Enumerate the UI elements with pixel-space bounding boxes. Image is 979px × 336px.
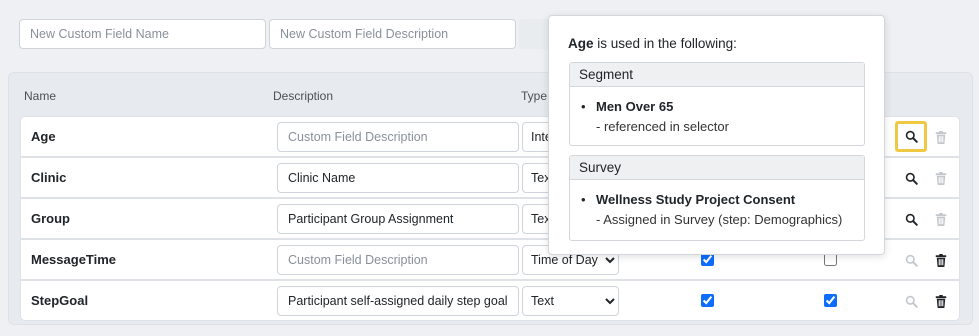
delete-field-button[interactable] — [930, 167, 952, 189]
card-header: Survey — [570, 156, 864, 180]
usage-item-name: Men Over 65 — [596, 99, 674, 114]
usage-list: Wellness Study Project Consent - Assigne… — [570, 180, 864, 230]
search-icon — [905, 213, 918, 226]
field-name: MessageTime — [31, 252, 117, 267]
trash-icon — [935, 171, 947, 185]
card-header: Segment — [570, 63, 864, 87]
search-usage-button[interactable] — [900, 208, 922, 230]
usage-list: Men Over 65 - referenced in selector — [570, 87, 864, 137]
search-usage-button[interactable] — [895, 121, 927, 152]
delete-field-button[interactable] — [930, 126, 952, 148]
field-description-input[interactable] — [277, 204, 519, 234]
field-description-input[interactable] — [277, 245, 519, 275]
list-item: Men Over 65 - referenced in selector — [581, 97, 864, 137]
new-field-name-input[interactable] — [19, 19, 266, 49]
usage-item-detail: - referenced in selector — [596, 119, 729, 134]
field-description-input[interactable] — [277, 286, 519, 316]
header-description: Description — [273, 89, 334, 103]
search-icon — [905, 130, 918, 143]
field-checkbox-2[interactable] — [824, 294, 837, 307]
search-usage-button[interactable] — [900, 290, 922, 312]
trash-icon — [935, 253, 947, 267]
popover-field-name: Age — [568, 36, 594, 51]
trash-icon — [935, 294, 947, 308]
usage-item-name: Wellness Study Project Consent — [596, 192, 796, 207]
field-name: Clinic — [31, 170, 67, 185]
field-description-input[interactable] — [277, 163, 519, 193]
new-field-description-input[interactable] — [269, 19, 516, 49]
trash-icon — [935, 212, 947, 226]
usage-item-detail: - Assigned in Survey (step: Demographics… — [596, 212, 843, 227]
search-icon — [905, 295, 918, 308]
header-name: Name — [24, 89, 57, 103]
list-item: Wellness Study Project Consent - Assigne… — [581, 190, 864, 230]
header-type: Type — [521, 89, 548, 103]
delete-field-button[interactable] — [930, 249, 952, 271]
field-name: Age — [31, 129, 56, 144]
usage-popover: Age is used in the following: Segment Me… — [548, 15, 885, 255]
trash-icon — [935, 130, 947, 144]
delete-field-button[interactable] — [930, 290, 952, 312]
field-checkbox-1[interactable] — [701, 294, 714, 307]
search-usage-button[interactable] — [900, 167, 922, 189]
delete-field-button[interactable] — [930, 208, 952, 230]
table-row: StepGoal Text — [20, 280, 960, 321]
search-usage-button[interactable] — [900, 249, 922, 271]
usage-card-segment: Segment Men Over 65 - referenced in sele… — [569, 62, 865, 146]
field-description-input[interactable] — [277, 122, 519, 152]
usage-card-survey: Survey Wellness Study Project Consent - … — [569, 155, 865, 241]
search-icon — [905, 172, 918, 185]
popover-title-suffix: is used in the following: — [593, 36, 737, 51]
popover-title: Age is used in the following: — [568, 36, 737, 51]
search-icon — [905, 254, 918, 267]
field-name: Group — [31, 211, 70, 226]
field-type-select[interactable]: Text — [522, 286, 619, 316]
field-name: StepGoal — [31, 293, 89, 308]
